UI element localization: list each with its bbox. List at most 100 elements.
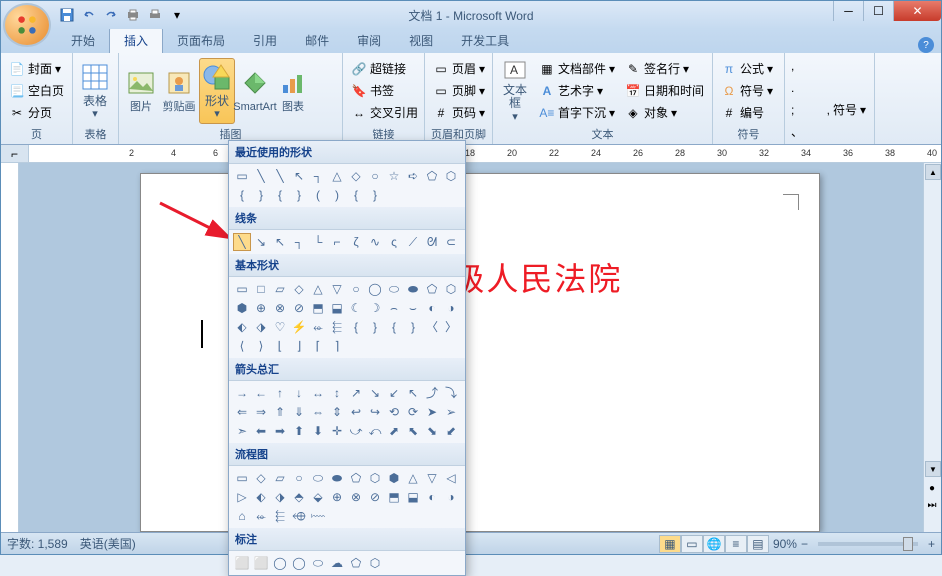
shape-item[interactable]: ⇐ — [233, 403, 251, 421]
shape-item[interactable]: ⬰ — [309, 318, 327, 336]
shape-item[interactable]: ⌐ — [328, 233, 346, 251]
ruler-corner[interactable]: ⌐ — [1, 145, 29, 162]
shape-item[interactable]: ◯ — [271, 554, 289, 572]
shape-item[interactable]: ▱ — [271, 469, 289, 487]
bookmark-button[interactable]: 🔖书签 — [347, 80, 422, 101]
draft-view-icon[interactable]: ▤ — [747, 535, 769, 553]
shape-item[interactable]: ⤺ — [366, 422, 384, 440]
shape-item[interactable]: ⇕ — [328, 403, 346, 421]
special-semi[interactable]: ; — [789, 99, 805, 120]
shape-item[interactable]: ⬙ — [309, 488, 327, 506]
shape-item[interactable]: ◇ — [347, 167, 365, 185]
vertical-scrollbar[interactable]: ▲ ⏮ ● ⏭ ▼ — [923, 163, 941, 532]
shape-item[interactable]: △ — [309, 280, 327, 298]
shape-item[interactable]: ⤻ — [347, 422, 365, 440]
equation-button[interactable]: π公式 ▾ — [717, 58, 777, 79]
shape-item[interactable]: ⊕ — [328, 488, 346, 506]
shape-item[interactable]: } — [404, 318, 422, 336]
shape-item[interactable]: ⬡ — [442, 167, 460, 185]
page-break-button[interactable]: ✂分页 — [5, 102, 68, 123]
office-button[interactable] — [3, 3, 51, 47]
shape-item[interactable]: ⬭ — [385, 280, 403, 298]
vertical-ruler[interactable] — [1, 163, 19, 532]
shape-item[interactable]: ⊂ — [442, 233, 460, 251]
shape-item[interactable]: □ — [252, 280, 270, 298]
shape-item[interactable]: ∿ — [366, 233, 384, 251]
print-icon[interactable] — [145, 5, 165, 25]
shape-item[interactable]: ⌂ — [233, 507, 251, 525]
shape-item[interactable]: ⬗ — [271, 488, 289, 506]
shape-item[interactable]: ⬋ — [442, 422, 460, 440]
undo-icon[interactable] — [79, 5, 99, 25]
shape-item[interactable]: ☆ — [385, 167, 403, 185]
shape-item[interactable]: ζ — [347, 233, 365, 251]
shape-item[interactable]: ⌉ — [328, 337, 346, 355]
tab-insert[interactable]: 插入 — [109, 27, 163, 53]
shape-item[interactable]: ⬈ — [385, 422, 403, 440]
shape-item[interactable]: ⌈ — [309, 337, 327, 355]
shape-item[interactable]: ⬜ — [252, 554, 270, 572]
signature-line-button[interactable]: ✎签名行 ▾ — [621, 58, 708, 79]
textbox-button[interactable]: A文本框▾ — [497, 58, 533, 124]
shape-item[interactable]: ┐ — [309, 167, 327, 185]
special-comma[interactable]: , — [789, 55, 805, 76]
symbol-button[interactable]: Ω符号 ▾ — [717, 80, 777, 101]
object-button[interactable]: ◈对象 ▾ — [621, 102, 708, 123]
wordart-button[interactable]: A艺术字 ▾ — [535, 80, 619, 101]
shape-item[interactable]: ⬳ — [309, 507, 327, 525]
print-layout-view-icon[interactable]: ▦ — [659, 535, 681, 553]
shape-item[interactable]: ↖ — [404, 384, 422, 402]
shape-item[interactable]: ⬊ — [423, 422, 441, 440]
shape-item[interactable]: ╲ — [233, 233, 251, 251]
shape-item[interactable]: ○ — [366, 167, 384, 185]
shape-item[interactable]: ⬜ — [233, 554, 251, 572]
shape-item[interactable]: ▱ — [271, 280, 289, 298]
shape-item[interactable]: ⇑ — [271, 403, 289, 421]
shape-item[interactable]: ⇒ — [252, 403, 270, 421]
shape-item[interactable]: ⊗ — [347, 488, 365, 506]
shape-item[interactable]: └ — [309, 233, 327, 251]
shape-item[interactable]: ⌣ — [404, 299, 422, 317]
zoom-slider[interactable] — [818, 542, 918, 546]
shape-item[interactable]: { — [271, 186, 289, 204]
blank-page-button[interactable]: 📃空白页 — [5, 80, 68, 101]
shape-item[interactable]: ⬠ — [423, 167, 441, 185]
shape-item[interactable]: ⌋ — [290, 337, 308, 355]
print-preview-icon[interactable] — [123, 5, 143, 25]
shape-item[interactable]: ↕ — [328, 384, 346, 402]
shape-item[interactable]: ⬗ — [252, 318, 270, 336]
tab-view[interactable]: 视图 — [395, 28, 447, 53]
tab-page-layout[interactable]: 页面布局 — [163, 28, 239, 53]
shape-item[interactable]: ⬬ — [404, 280, 422, 298]
shape-item[interactable]: ⬡ — [366, 554, 384, 572]
special-symbols-button[interactable]: ,符号 ▾ — [823, 99, 870, 120]
shape-item[interactable]: ⊘ — [366, 488, 384, 506]
shape-item[interactable]: ⬓ — [404, 488, 422, 506]
header-button[interactable]: ▭页眉 ▾ — [429, 58, 489, 79]
shape-item[interactable]: ◇ — [252, 469, 270, 487]
shape-item[interactable]: ↗ — [347, 384, 365, 402]
shape-item[interactable]: ⬢ — [385, 469, 403, 487]
full-screen-view-icon[interactable]: ▭ — [681, 535, 703, 553]
shape-item[interactable]: ⬢ — [233, 299, 251, 317]
shape-item[interactable]: ⌊ — [271, 337, 289, 355]
quick-parts-button[interactable]: ▦文档部件 ▾ — [535, 58, 619, 79]
shape-item[interactable]: ⬭ — [309, 554, 327, 572]
drop-cap-button[interactable]: A≡首字下沉 ▾ — [535, 102, 619, 123]
shape-item[interactable]: ➡ — [271, 422, 289, 440]
shape-item[interactable]: { — [385, 318, 403, 336]
shape-item[interactable]: ⬱ — [328, 318, 346, 336]
shape-item[interactable]: ⬠ — [347, 554, 365, 572]
zoom-out-icon[interactable]: − — [801, 537, 808, 551]
outline-view-icon[interactable]: ≡ — [725, 535, 747, 553]
shape-item[interactable]: ◐ — [423, 488, 441, 506]
shape-item[interactable]: ♡ — [271, 318, 289, 336]
shape-item[interactable]: ◑ — [442, 299, 460, 317]
shape-item[interactable]: ↘ — [366, 384, 384, 402]
shape-item[interactable]: } — [366, 318, 384, 336]
footer-button[interactable]: ▭页脚 ▾ — [429, 80, 489, 101]
shape-item[interactable]: ⬓ — [328, 299, 346, 317]
clipart-button[interactable]: 剪贴画 — [161, 58, 197, 124]
shape-item[interactable]: ➤ — [423, 403, 441, 421]
shape-item[interactable]: ⟲ — [385, 403, 403, 421]
